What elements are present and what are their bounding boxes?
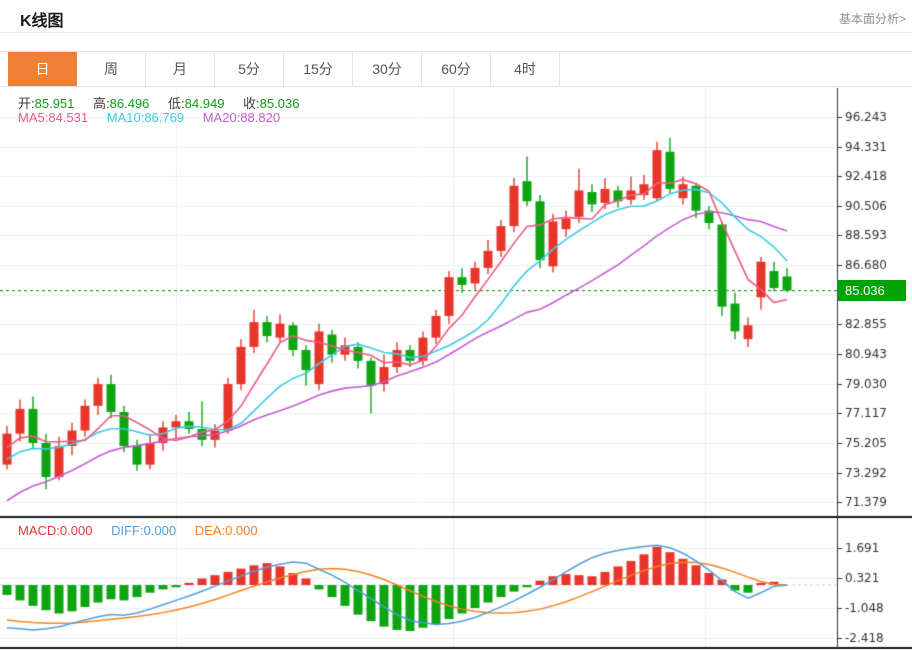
tab-30min[interactable]: 30分 [353, 52, 422, 86]
page-header: K线图 基本面分析> [0, 0, 912, 33]
tab-4hour[interactable]: 4时 [491, 52, 560, 86]
ma20-label: MA20: [202, 110, 241, 125]
macd-value: 0.000 [59, 523, 93, 538]
tab-day[interactable]: 日 [8, 52, 77, 86]
ma10-value: 86.769 [144, 110, 185, 125]
macd-label: MACD: [18, 523, 60, 538]
ma5-value: 84.531 [48, 110, 89, 125]
tab-5min[interactable]: 5分 [215, 52, 284, 86]
dea-label: DEA: [194, 523, 226, 538]
close-value: 85.036 [259, 96, 300, 111]
close-label: 收: [243, 96, 260, 111]
interval-tab-bar: 日 周 月 5分 15分 30分 60分 4时 [0, 51, 912, 87]
ma-readout: MA5:84.531 MA10:86.769 MA20:88.820 [18, 110, 280, 125]
tab-month[interactable]: 月 [146, 52, 215, 86]
tab-60min[interactable]: 60分 [422, 52, 491, 86]
high-value: 86.496 [109, 96, 150, 111]
low-label: 低: [168, 96, 185, 111]
macd-readout: MACD:0.000 DIFF:0.000 DEA:0.000 [18, 523, 258, 538]
ma5-label: MA5: [18, 110, 49, 125]
open-label: 开: [18, 96, 35, 111]
diff-label: DIFF: [111, 523, 144, 538]
page-title: K线图 [20, 13, 64, 30]
fundamental-analysis-link[interactable]: 基本面分析> [839, 10, 906, 27]
current-price-tag: 85.036 [838, 280, 906, 301]
open-value: 85.951 [34, 96, 75, 111]
ma20-value: 88.820 [240, 110, 281, 125]
tab-15min[interactable]: 15分 [284, 52, 353, 86]
dea-value: 0.000 [225, 523, 258, 538]
low-value: 84.949 [184, 96, 225, 111]
diff-value: 0.000 [143, 523, 177, 538]
tab-week[interactable]: 周 [77, 52, 146, 86]
high-label: 高: [93, 96, 110, 111]
ma10-label: MA10: [106, 110, 145, 125]
